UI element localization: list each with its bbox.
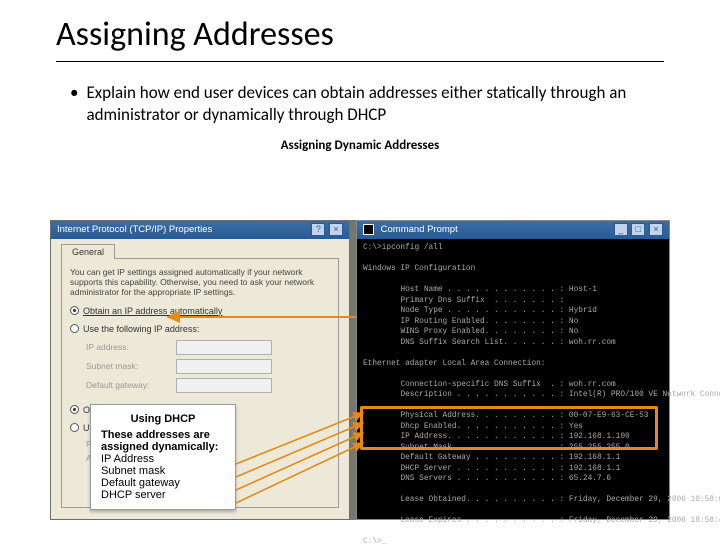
radio-dns-auto[interactable] [70,405,79,414]
radio-use-following[interactable] [70,324,79,333]
cmd-section2: Ethernet adapter Local Area Connection: [363,359,663,370]
bullet-item: • Explain how end user devices can obtai… [0,62,720,126]
input-gateway[interactable] [176,378,272,393]
radio-dns-manual[interactable] [70,423,79,432]
dialog-description: You can get IP settings assigned automat… [70,267,330,298]
label-subnet: Subnet mask: [86,361,176,371]
cmd-title: Command Prompt [381,224,458,235]
command-prompt-window: Command Prompt _ □ × C:\>ipconfig /all W… [356,220,670,520]
close-icon[interactable]: × [329,223,343,236]
radio-use-following-label: Use the following IP address: [83,324,199,334]
callout-lead1: These addresses are [101,429,225,441]
bullet-text: Explain how end user devices can obtain … [86,82,660,126]
radio-obtain-auto[interactable] [70,306,79,315]
slide-title: Assigning Addresses [0,0,720,55]
cmd-titlebar: Command Prompt _ □ × [357,221,669,239]
input-subnet[interactable] [176,359,272,374]
cmd-icon [363,224,374,235]
callout-ip: IP Address [101,453,225,465]
dialog-titlebar: Internet Protocol (TCP/IP) Properties ? … [51,221,349,239]
bullet-marker: • [70,82,78,126]
cmd-prompt: C:\>ipconfig /all [363,243,663,254]
callout-subnet: Subnet mask [101,465,225,477]
minimize-icon[interactable]: _ [614,223,628,236]
tab-general[interactable]: General [61,244,115,259]
radio-obtain-auto-label: Obtain an IP address automatically [83,306,222,316]
maximize-icon[interactable]: □ [631,223,645,236]
callout-lead2: assigned dynamically: [101,441,225,453]
callout-gateway: Default gateway [101,477,225,489]
figure-title: Assigning Dynamic Addresses [0,138,720,153]
cmd-prompt-end: C:\>_ [363,537,663,548]
help-icon[interactable]: ? [311,223,325,236]
callout-title: Using DHCP [101,413,225,425]
dhcp-callout: Using DHCP These addresses are assigned … [90,404,236,510]
label-gateway: Default gateway: [86,380,176,390]
dialog-title: Internet Protocol (TCP/IP) Properties [57,221,212,239]
cmd-section1: Windows IP Configuration [363,264,663,275]
callout-dhcp: DHCP server [101,489,225,501]
close-icon[interactable]: × [649,223,663,236]
input-ip[interactable] [176,340,272,355]
cmd-output: C:\>ipconfig /all Windows IP Configurati… [357,239,669,552]
label-ip: IP address: [86,342,176,352]
